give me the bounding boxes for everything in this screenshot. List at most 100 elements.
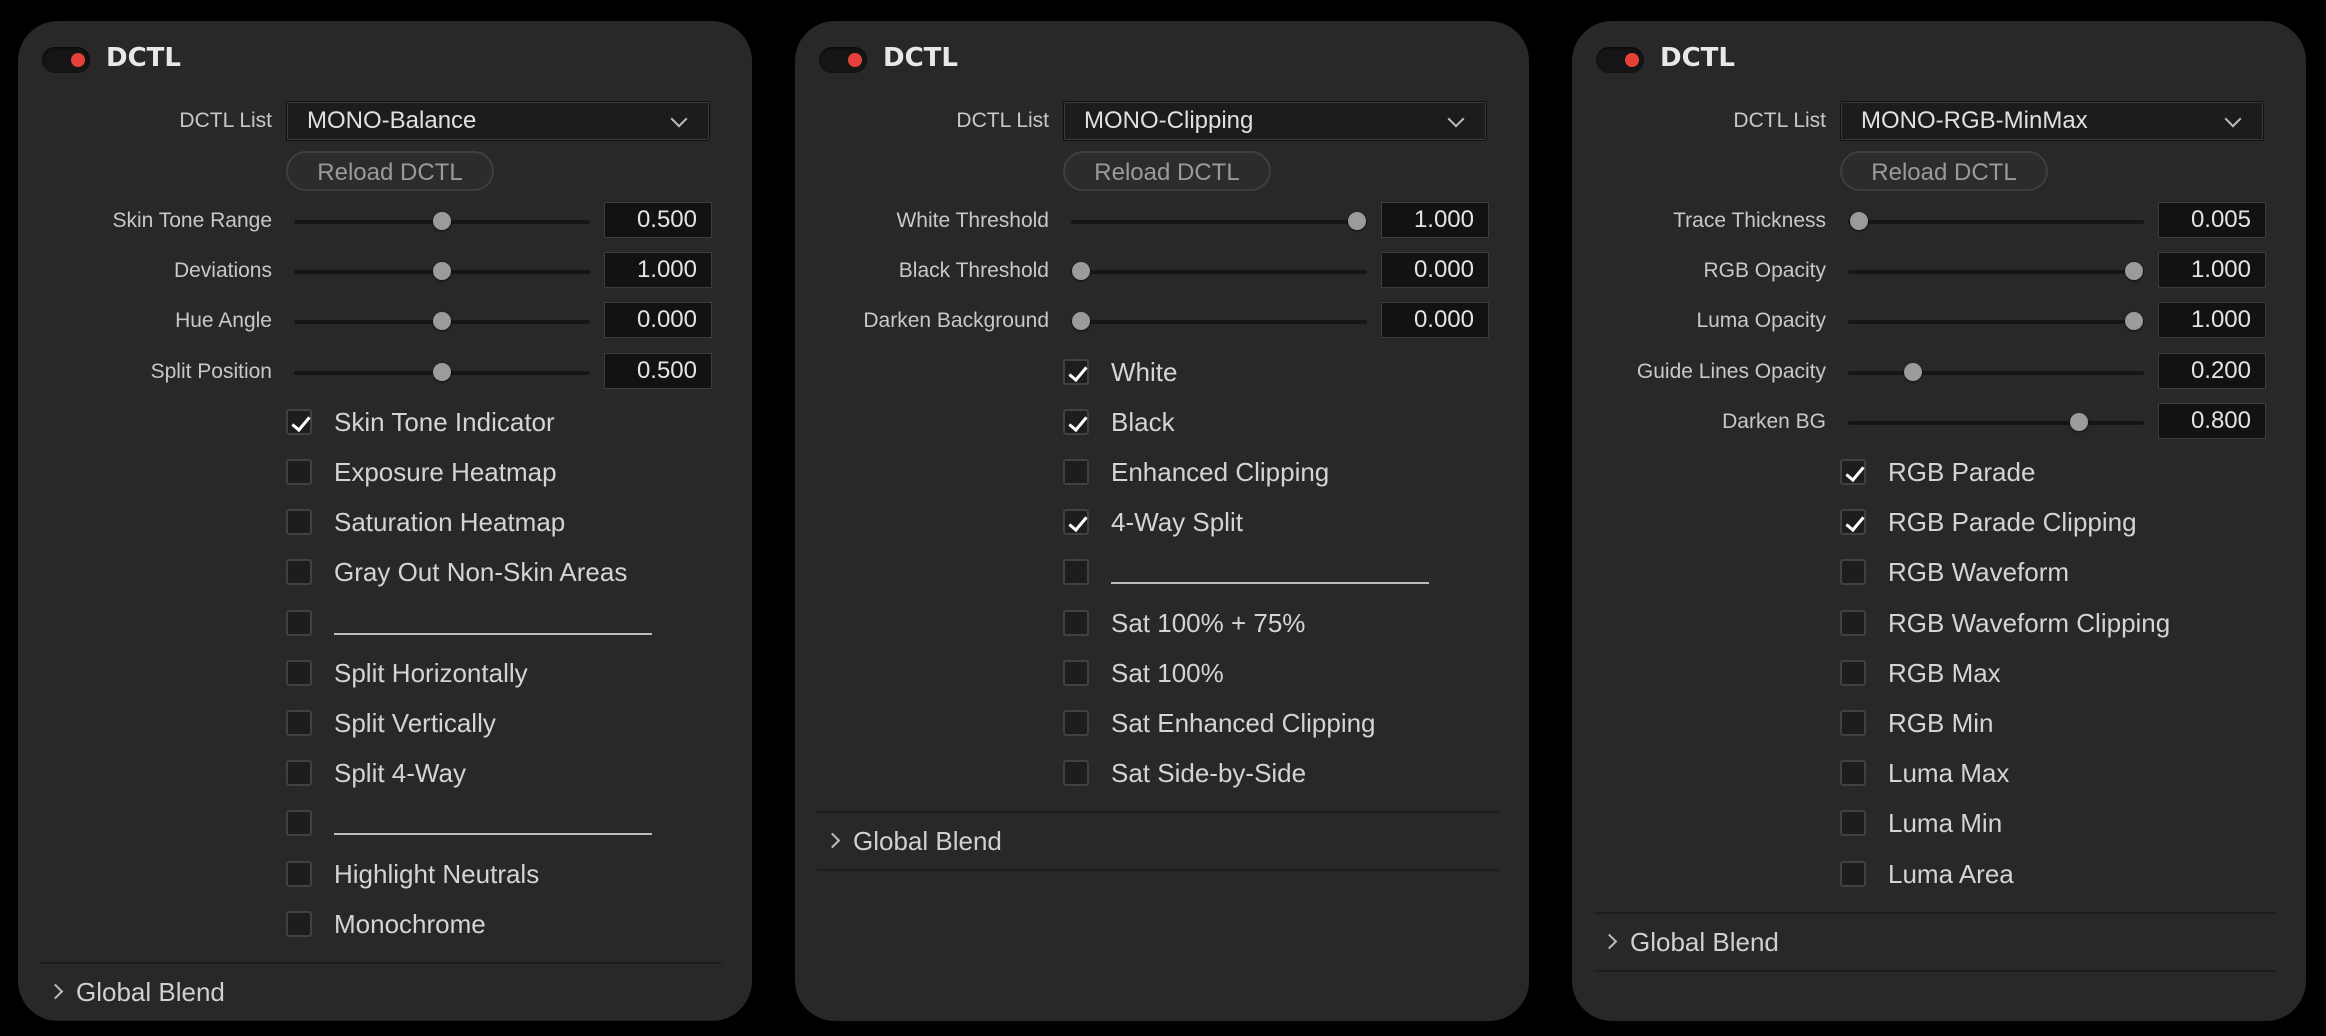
checkbox-row[interactable]: White [1063,352,1529,392]
power-toggle-icon[interactable] [42,47,90,73]
checkbox-row[interactable]: Skin Tone Indicator [286,402,752,442]
checkbox[interactable] [1840,509,1866,535]
checkbox-row[interactable]: Highlight Neutrals [286,854,752,894]
checkbox[interactable] [1063,660,1089,686]
checkbox-row[interactable]: Black [1063,402,1529,442]
checkbox-row[interactable]: Monochrome [286,904,752,944]
slider-track[interactable] [294,212,590,230]
checkbox[interactable] [286,861,312,887]
slider-thumb[interactable] [2069,413,2088,431]
checkbox-row[interactable]: Sat Side-by-Side [1063,753,1529,793]
slider-thumb[interactable] [433,363,451,381]
checkbox-row[interactable]: RGB Min [1840,703,2306,743]
checkbox-row[interactable]: Split Horizontally [286,653,752,693]
checkbox[interactable] [286,911,312,937]
checkbox-row[interactable]: Split Vertically [286,703,752,743]
slider-value-field[interactable]: 0.005 [2158,202,2266,238]
separator-checkbox-row[interactable] [1063,552,1529,592]
slider-track[interactable] [1848,212,2144,230]
checkbox-row[interactable]: Sat 100% [1063,653,1529,693]
checkbox[interactable] [1840,810,1866,836]
slider-thumb[interactable] [2125,312,2143,330]
slider-value-field[interactable]: 0.000 [604,302,712,338]
slider-thumb[interactable] [433,212,451,230]
checkbox[interactable] [1840,861,1866,887]
checkbox[interactable] [286,509,312,535]
global-blend-section[interactable]: Global Blend [40,964,722,1020]
checkbox-row[interactable]: Exposure Heatmap [286,452,752,492]
checkbox-row[interactable]: RGB Parade Clipping [1840,502,2306,542]
slider-thumb[interactable] [433,312,451,330]
slider-track[interactable] [1071,262,1367,280]
checkbox[interactable] [1840,710,1866,736]
checkbox-row[interactable]: Luma Area [1840,854,2306,894]
reload-dctl-button[interactable]: Reload DCTL [286,151,494,191]
checkbox-row[interactable]: Luma Max [1840,753,2306,793]
slider-thumb[interactable] [1072,312,1090,330]
slider-track[interactable] [294,363,590,381]
checkbox[interactable] [1063,610,1089,636]
checkbox-row[interactable]: RGB Waveform [1840,552,2306,592]
reload-dctl-button[interactable]: Reload DCTL [1063,151,1271,191]
checkbox[interactable] [1840,559,1866,585]
checkbox[interactable] [286,710,312,736]
checkbox-row[interactable]: Sat 100% + 75% [1063,603,1529,643]
slider-thumb[interactable] [1072,262,1090,280]
slider-track[interactable] [1848,363,2144,381]
checkbox[interactable] [1840,610,1866,636]
slider-value-field[interactable]: 0.000 [1381,252,1489,288]
checkbox[interactable] [1840,660,1866,686]
slider-thumb[interactable] [1850,212,1869,230]
slider-track[interactable] [1848,312,2144,330]
slider-value-field[interactable]: 1.000 [604,252,712,288]
checkbox-row[interactable]: Split 4-Way [286,753,752,793]
slider-value-field[interactable]: 0.500 [604,202,712,238]
checkbox[interactable] [286,459,312,485]
checkbox[interactable] [286,610,312,636]
checkbox-row[interactable]: RGB Waveform Clipping [1840,603,2306,643]
slider-value-field[interactable]: 1.000 [1381,202,1489,238]
checkbox[interactable] [1063,459,1089,485]
checkbox-row[interactable]: RGB Max [1840,653,2306,693]
checkbox[interactable] [1063,559,1089,585]
checkbox[interactable] [1063,760,1089,786]
slider-value-field[interactable]: 0.800 [2158,403,2266,439]
dctl-list-dropdown[interactable]: MONO-Balance [286,101,710,141]
reload-dctl-button[interactable]: Reload DCTL [1840,151,2048,191]
global-blend-section[interactable]: Global Blend [1594,914,2276,970]
slider-value-field[interactable]: 0.500 [604,353,712,389]
checkbox[interactable] [1063,409,1089,435]
checkbox[interactable] [286,660,312,686]
slider-value-field[interactable]: 0.000 [1381,302,1489,338]
checkbox[interactable] [1063,359,1089,385]
slider-track[interactable] [1071,312,1367,330]
slider-thumb[interactable] [1348,212,1366,230]
slider-thumb[interactable] [1904,363,1923,381]
power-toggle-icon[interactable] [819,47,867,73]
checkbox-row[interactable]: Sat Enhanced Clipping [1063,703,1529,743]
checkbox[interactable] [286,810,312,836]
separator-checkbox-row[interactable] [286,603,752,643]
slider-track[interactable] [1848,262,2144,280]
checkbox[interactable] [286,409,312,435]
checkbox-row[interactable]: Luma Min [1840,803,2306,843]
slider-value-field[interactable]: 1.000 [2158,302,2266,338]
power-toggle-icon[interactable] [1596,47,1644,73]
checkbox-row[interactable]: Saturation Heatmap [286,502,752,542]
slider-value-field[interactable]: 0.200 [2158,353,2266,389]
checkbox[interactable] [286,760,312,786]
slider-thumb[interactable] [2125,262,2143,280]
slider-track[interactable] [1071,212,1367,230]
checkbox-row[interactable]: 4-Way Split [1063,502,1529,542]
slider-track[interactable] [1848,413,2144,431]
global-blend-section[interactable]: Global Blend [817,813,1499,869]
checkbox-row[interactable]: RGB Parade [1840,452,2306,492]
checkbox[interactable] [1063,509,1089,535]
separator-checkbox-row[interactable] [286,803,752,843]
slider-track[interactable] [294,262,590,280]
slider-thumb[interactable] [433,262,451,280]
checkbox[interactable] [286,559,312,585]
dctl-list-dropdown[interactable]: MONO-RGB-MinMax [1840,101,2264,141]
checkbox[interactable] [1063,710,1089,736]
dctl-list-dropdown[interactable]: MONO-Clipping [1063,101,1487,141]
